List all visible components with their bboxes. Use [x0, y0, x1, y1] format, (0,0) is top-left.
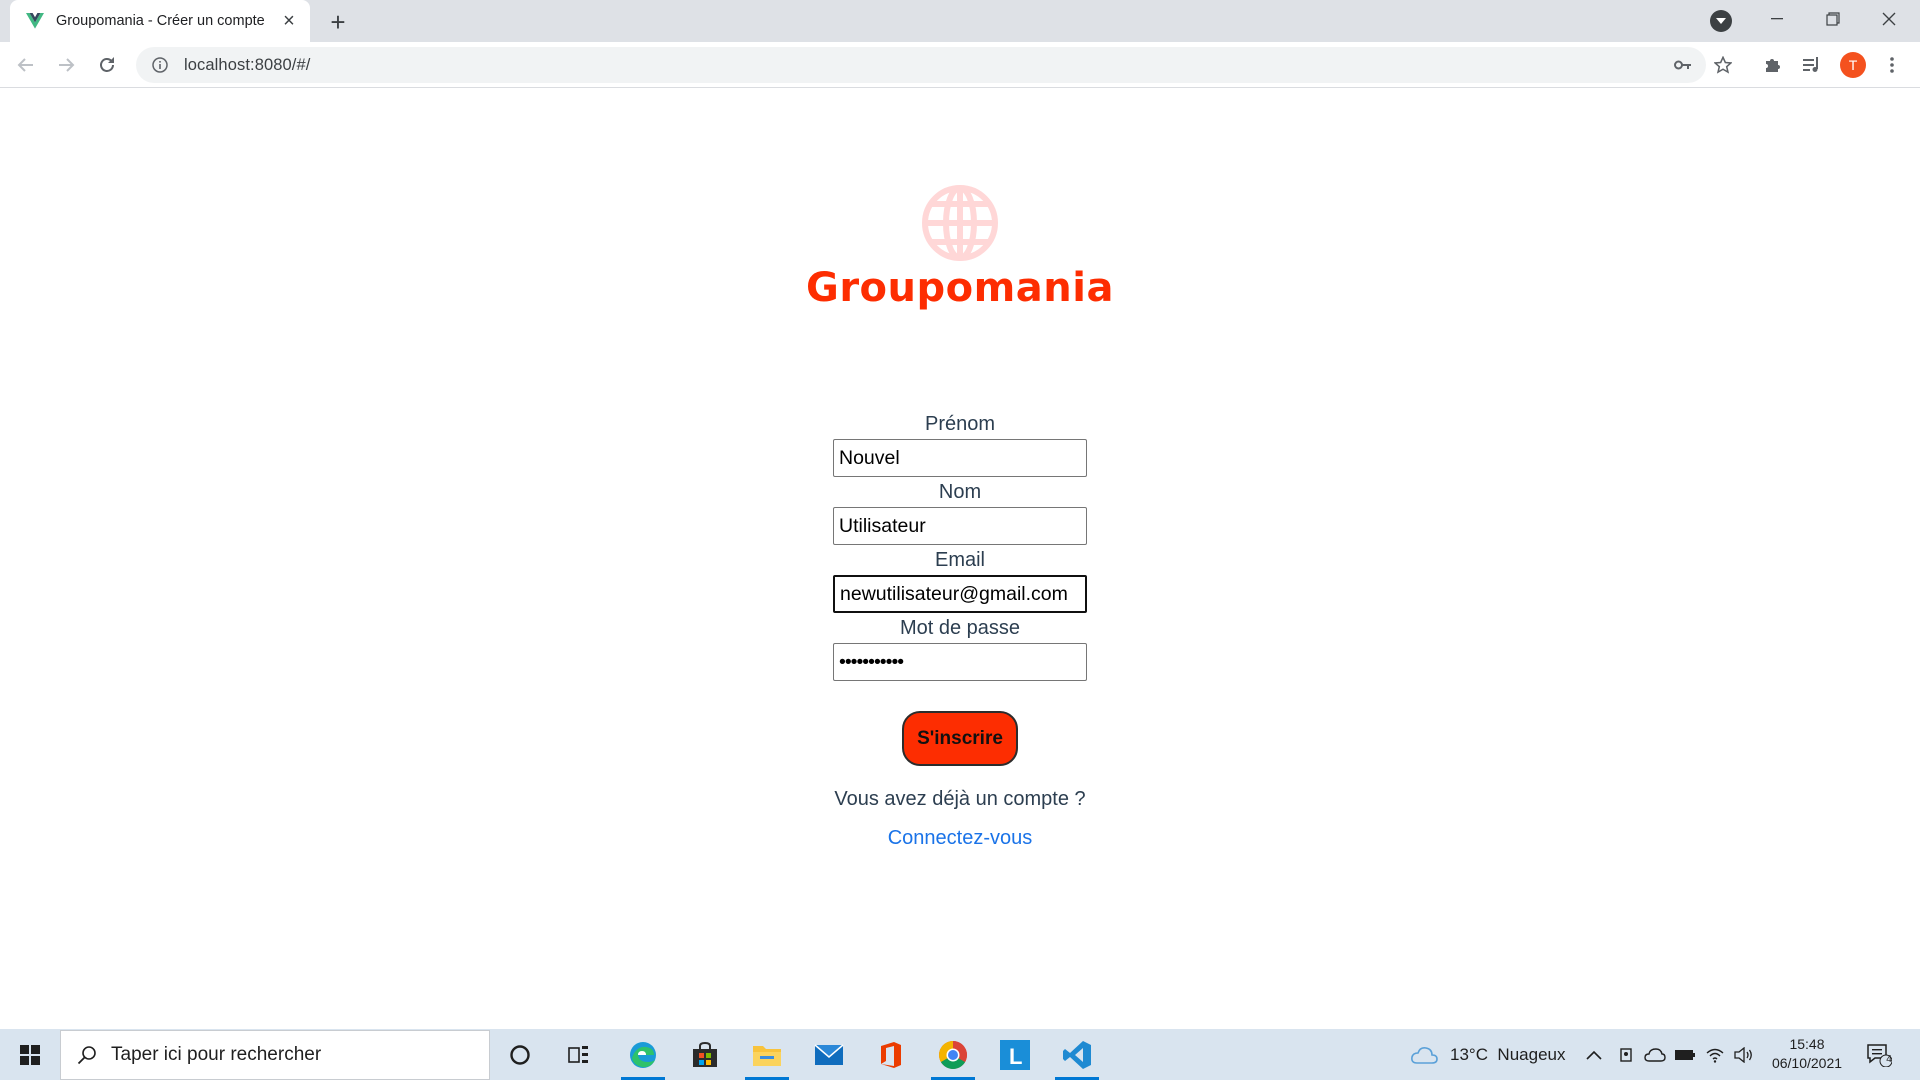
taskbar-vscode[interactable] — [1048, 1029, 1106, 1080]
email-input[interactable] — [833, 575, 1087, 613]
info-icon[interactable] — [150, 55, 170, 75]
taskbar-file-explorer[interactable] — [738, 1029, 796, 1080]
groupomania-logo: Groupomania — [0, 183, 1920, 311]
chrome-icon — [939, 1040, 967, 1069]
browser-toolbar: localhost:8080/#/ T — [0, 42, 1920, 88]
vscode-icon — [1063, 1040, 1091, 1069]
tab-title: Groupomania - Créer un compte — [56, 13, 265, 29]
signup-form: Prénom Nom Email Mot de passe S'inscrire… — [833, 409, 1087, 850]
taskbar-store[interactable] — [676, 1029, 734, 1080]
onedrive-button[interactable] — [1644, 1029, 1666, 1080]
weather-text: 13°C Nuageux — [1450, 1044, 1566, 1064]
password-input[interactable] — [833, 643, 1087, 681]
folder-icon — [753, 1045, 781, 1066]
show-hidden-icons-button[interactable] — [1586, 1029, 1602, 1080]
meet-now-icon — [1620, 1047, 1632, 1062]
address-url: localhost:8080/#/ — [184, 55, 311, 74]
menu-kebab-icon[interactable] — [1876, 49, 1908, 81]
taskbar-mail[interactable] — [800, 1029, 858, 1080]
browser-tab-active[interactable]: Groupomania - Créer un compte × — [10, 0, 310, 42]
taskbar-edge[interactable] — [614, 1029, 672, 1080]
store-bag-icon — [693, 1041, 717, 1067]
reload-button[interactable] — [91, 49, 123, 81]
lastname-field: Nom — [833, 477, 1087, 545]
search-icon — [77, 1046, 96, 1065]
taskbar-l-app[interactable]: L — [986, 1029, 1044, 1080]
notification-count: 4 — [1886, 1054, 1892, 1065]
cortana-button[interactable] — [491, 1029, 549, 1080]
meet-now-button[interactable] — [1618, 1029, 1634, 1080]
cortana-circle-icon — [510, 1044, 530, 1065]
close-window-button[interactable] — [1866, 0, 1912, 38]
office-icon — [881, 1041, 901, 1068]
minimize-button[interactable] — [1754, 0, 1800, 38]
weather-widget[interactable]: 13°C Nuageux — [1410, 1029, 1565, 1080]
start-button[interactable] — [0, 1029, 60, 1080]
svg-text:L: L — [1009, 1044, 1022, 1069]
browser-tabstrip: Groupomania - Créer un compte × + — [0, 0, 1920, 42]
clock-date: 06/10/2021 — [1771, 1055, 1843, 1071]
login-link[interactable]: Connectez-vous — [888, 827, 1033, 850]
restore-icon — [1826, 12, 1840, 26]
chevron-up-icon — [1586, 1050, 1602, 1060]
have-account-text: Vous avez déjà un compte ? — [834, 788, 1086, 810]
taskbar-office[interactable] — [862, 1029, 920, 1080]
taskbar-clock[interactable]: 15:48 06/10/2021 — [1762, 1035, 1852, 1073]
firstname-label: Prénom — [924, 413, 996, 435]
task-view-button[interactable] — [550, 1029, 608, 1080]
profile-avatar[interactable]: T — [1840, 52, 1866, 78]
brand-name: Groupomania — [806, 265, 1114, 311]
task-view-icon — [568, 1045, 588, 1063]
close-tab-icon[interactable]: × — [278, 10, 300, 32]
signup-button[interactable]: S'inscrire — [902, 711, 1018, 766]
password-field: Mot de passe — [833, 613, 1087, 681]
media-queue-icon[interactable] — [1796, 49, 1828, 81]
vue-logo-icon — [26, 12, 44, 30]
password-label: Mot de passe — [899, 617, 1021, 639]
taskbar-search[interactable]: Taper ici pour rechercher — [60, 1030, 490, 1080]
key-icon[interactable] — [1668, 47, 1698, 83]
arrow-left-icon — [17, 58, 33, 72]
address-bar[interactable]: localhost:8080/#/ — [136, 47, 1706, 83]
globe-icon — [922, 185, 998, 261]
windows-taskbar: Taper ici pour rechercher L 13°C Nuageux — [0, 1029, 1920, 1080]
page-content: Groupomania Prénom Nom Email Mot de pass… — [0, 89, 1920, 1029]
chevron-down-icon — [1716, 18, 1726, 24]
clock-time: 15:48 — [1789, 1036, 1825, 1052]
wifi-icon — [1706, 1048, 1724, 1063]
onedrive-cloud-icon — [1644, 1047, 1666, 1062]
taskbar-search-placeholder: Taper ici pour rechercher — [111, 1044, 322, 1065]
edge-icon — [630, 1041, 656, 1068]
minimize-icon — [1771, 18, 1783, 20]
windows-logo-icon — [20, 1044, 40, 1065]
firstname-field: Prénom — [833, 409, 1087, 477]
firstname-input[interactable] — [833, 439, 1087, 477]
mail-icon — [814, 1043, 844, 1065]
new-tab-button[interactable]: + — [324, 7, 352, 37]
network-indicator[interactable] — [1706, 1029, 1724, 1080]
battery-icon — [1675, 1049, 1695, 1060]
back-button[interactable] — [10, 49, 42, 81]
action-center-button[interactable]: 4 — [1866, 1029, 1892, 1080]
restore-button[interactable] — [1810, 0, 1856, 38]
taskbar-chrome[interactable] — [924, 1029, 982, 1080]
speaker-icon — [1734, 1046, 1752, 1063]
email-label: Email — [934, 549, 985, 571]
battery-indicator[interactable] — [1674, 1029, 1696, 1080]
close-icon — [1882, 12, 1896, 26]
forward-button[interactable] — [50, 49, 82, 81]
reload-icon — [100, 57, 114, 72]
volume-button[interactable] — [1734, 1029, 1754, 1080]
lastname-label: Nom — [938, 481, 982, 503]
l-app-icon: L — [1000, 1039, 1030, 1070]
tab-search-button[interactable] — [1710, 10, 1732, 32]
lastname-input[interactable] — [833, 507, 1087, 545]
email-field: Email — [833, 545, 1087, 613]
arrow-right-icon — [59, 58, 75, 72]
bookmark-star-icon[interactable] — [1707, 49, 1739, 81]
cloud-icon — [1411, 1046, 1438, 1064]
extensions-puzzle-icon[interactable] — [1757, 49, 1789, 81]
